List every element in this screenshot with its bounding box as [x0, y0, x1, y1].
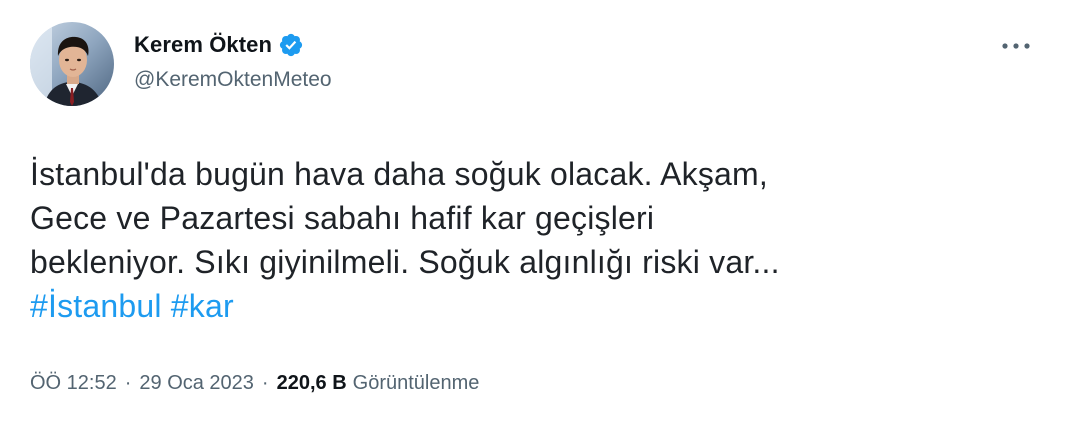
meta-separator: · — [261, 372, 269, 394]
hashtag-kar-link[interactable]: #kar — [171, 288, 234, 324]
more-options-button[interactable] — [998, 34, 1034, 58]
avatar[interactable] — [30, 22, 114, 106]
avatar-image — [30, 22, 114, 106]
tweet-text-line: bekleniyor. Sıkı giyinilmeli. Soğuk algı… — [30, 244, 780, 280]
tweet-text-line: Gece ve Pazartesi sabahı hafif kar geçiş… — [30, 200, 655, 236]
tweet-card: Kerem Ökten @KeremOktenMeteo İstanbul'da… — [0, 0, 1068, 425]
verified-badge-icon[interactable] — [278, 32, 304, 58]
tweet-meta: ÖÖ 12:52 · 29 Oca 2023 · 220,6 B Görüntü… — [30, 372, 479, 395]
meta-separator: · — [124, 372, 132, 394]
author-name-row: Kerem Ökten — [134, 30, 332, 60]
hashtag-row: #İstanbul #kar — [30, 284, 1040, 328]
tweet-text-line: İstanbul'da bugün hava daha soğuk olacak… — [30, 156, 768, 192]
hashtag-istanbul-link[interactable]: #İstanbul — [30, 288, 162, 324]
more-horizontal-icon — [1002, 43, 1030, 49]
tweet-date[interactable]: 29 Oca 2023 — [139, 372, 254, 395]
views-count[interactable]: 220,6 B — [277, 372, 347, 395]
author-handle[interactable]: @KeremOktenMeteo — [134, 68, 332, 92]
display-name[interactable]: Kerem Ökten — [134, 32, 272, 58]
author-info: Kerem Ökten @KeremOktenMeteo — [134, 30, 332, 92]
tweet-time[interactable]: ÖÖ 12:52 — [30, 372, 117, 395]
tweet-text: İstanbul'da bugün hava daha soğuk olacak… — [30, 152, 1040, 328]
views-label: Görüntülenme — [352, 372, 480, 394]
